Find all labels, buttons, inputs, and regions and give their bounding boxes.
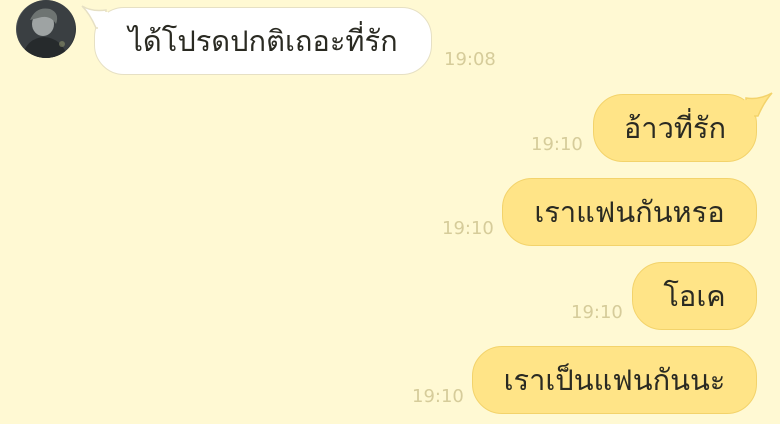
incoming-bubble-tail: [81, 5, 108, 30]
message-timestamp: 19:10: [531, 134, 583, 155]
message-timestamp: 19:10: [571, 302, 623, 323]
message-text: อ้าวที่รัก: [623, 111, 727, 145]
outgoing-message-bubble[interactable]: อ้าวที่รัก: [593, 94, 757, 162]
outgoing-bubble-tail: [744, 92, 773, 118]
outgoing-message-bubble[interactable]: เราแฟนกันหรอ: [502, 178, 757, 246]
message-text: โอเค: [663, 279, 726, 313]
outgoing-message-bubble[interactable]: เราเป็นแฟนกันนะ: [472, 346, 757, 414]
incoming-message-bubble[interactable]: ได้โปรดปกติเถอะที่รัก: [94, 7, 432, 75]
message-timestamp: 19:10: [412, 386, 464, 407]
message-timestamp: 19:10: [442, 218, 494, 239]
contact-avatar[interactable]: [16, 0, 76, 58]
avatar-photo: [17, 0, 75, 58]
message-timestamp: 19:08: [444, 49, 496, 70]
outgoing-message-bubble[interactable]: โอเค: [632, 262, 757, 330]
message-text: ได้โปรดปกติเถอะที่รัก: [128, 24, 398, 58]
message-text: เราแฟนกันหรอ: [534, 195, 725, 229]
message-text: เราเป็นแฟนกันนะ: [503, 363, 726, 397]
